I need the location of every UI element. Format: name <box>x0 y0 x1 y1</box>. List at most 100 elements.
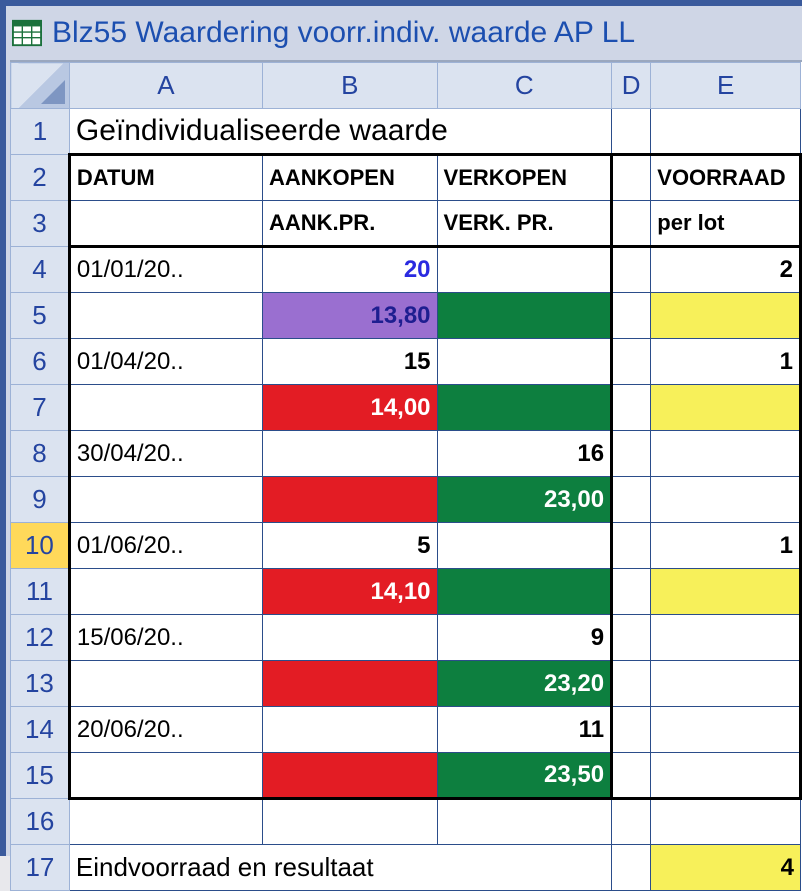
cell-d8[interactable] <box>612 431 651 477</box>
row-header[interactable]: 11 <box>11 569 70 615</box>
cell-d6[interactable] <box>612 339 651 385</box>
cell-c15[interactable]: 23,50 <box>437 753 612 799</box>
cell-d16[interactable] <box>612 799 651 845</box>
cell-b13[interactable] <box>262 661 437 707</box>
cell-d1[interactable] <box>612 109 651 155</box>
cell-d5[interactable] <box>612 293 651 339</box>
row-header[interactable]: 4 <box>11 247 70 293</box>
cell-e5[interactable] <box>651 293 801 339</box>
cell-c10[interactable] <box>437 523 612 569</box>
cell-a7[interactable] <box>69 385 262 431</box>
window-titlebar[interactable]: Blz55 Waardering voorr.indiv. waarde AP … <box>6 6 802 60</box>
col-header-d[interactable]: D <box>612 63 651 109</box>
cell-c9[interactable]: 23,00 <box>437 477 612 523</box>
col-header-a[interactable]: A <box>69 63 262 109</box>
cell-d7[interactable] <box>612 385 651 431</box>
cell-a4[interactable]: 01/01/20.. <box>69 247 262 293</box>
cell-c4[interactable] <box>437 247 612 293</box>
cell-e3[interactable]: per lot <box>651 201 801 247</box>
cell-b6[interactable]: 15 <box>262 339 437 385</box>
cell-a11[interactable] <box>69 569 262 615</box>
cell-e1[interactable] <box>651 109 801 155</box>
cell-a9[interactable] <box>69 477 262 523</box>
col-header-c[interactable]: C <box>437 63 612 109</box>
cell-d3[interactable] <box>612 201 651 247</box>
cell-b5[interactable]: 13,80 <box>262 293 437 339</box>
row-header[interactable]: 2 <box>11 155 70 201</box>
cell-e2[interactable]: VOORRAAD <box>651 155 801 201</box>
cell-a6[interactable]: 01/04/20.. <box>69 339 262 385</box>
cell-a12[interactable]: 15/06/20.. <box>69 615 262 661</box>
cell-e9[interactable] <box>651 477 801 523</box>
cell-a2[interactable]: DATUM <box>69 155 262 201</box>
row-header[interactable]: 10 <box>11 523 70 569</box>
cell-d15[interactable] <box>612 753 651 799</box>
cell-b3[interactable]: AANK.PR. <box>262 201 437 247</box>
row-header[interactable]: 13 <box>11 661 70 707</box>
row-header[interactable]: 8 <box>11 431 70 477</box>
cell-c5[interactable] <box>437 293 612 339</box>
cell-d11[interactable] <box>612 569 651 615</box>
col-header-e[interactable]: E <box>651 63 801 109</box>
cell-b9[interactable] <box>262 477 437 523</box>
cell-c7[interactable] <box>437 385 612 431</box>
cell-d9[interactable] <box>612 477 651 523</box>
cell-e17[interactable]: 4 <box>651 845 801 891</box>
cell-a15[interactable] <box>69 753 262 799</box>
cell-c16[interactable] <box>437 799 612 845</box>
cell-c12[interactable]: 9 <box>437 615 612 661</box>
cell-e4[interactable]: 2 <box>651 247 801 293</box>
spreadsheet-grid[interactable]: A B C D E 1 Geïndividualiseerde waarde 2… <box>10 60 802 891</box>
cell-b11[interactable]: 14,10 <box>262 569 437 615</box>
row-header[interactable]: 6 <box>11 339 70 385</box>
row-header[interactable]: 1 <box>11 109 70 155</box>
row-header[interactable]: 17 <box>11 845 70 891</box>
row-header[interactable]: 15 <box>11 753 70 799</box>
cell-e16[interactable] <box>651 799 801 845</box>
cell-b2[interactable]: AANKOPEN <box>262 155 437 201</box>
cell-a17[interactable]: Eindvoorraad en resultaat <box>69 845 611 891</box>
cell-b15[interactable] <box>262 753 437 799</box>
cell-e6[interactable]: 1 <box>651 339 801 385</box>
cell-a14[interactable]: 20/06/20.. <box>69 707 262 753</box>
cell-e15[interactable] <box>651 753 801 799</box>
cell-e14[interactable] <box>651 707 801 753</box>
cell-a8[interactable]: 30/04/20.. <box>69 431 262 477</box>
cell-a1[interactable]: Geïndividualiseerde waarde <box>69 109 611 155</box>
row-header[interactable]: 3 <box>11 201 70 247</box>
cell-e10[interactable]: 1 <box>651 523 801 569</box>
cell-c6[interactable] <box>437 339 612 385</box>
cell-e7[interactable] <box>651 385 801 431</box>
cell-a5[interactable] <box>69 293 262 339</box>
cell-d14[interactable] <box>612 707 651 753</box>
cell-b10[interactable]: 5 <box>262 523 437 569</box>
cell-a10[interactable]: 01/06/20.. <box>69 523 262 569</box>
cell-c11[interactable] <box>437 569 612 615</box>
row-header[interactable]: 12 <box>11 615 70 661</box>
cell-a16[interactable] <box>69 799 262 845</box>
cell-b12[interactable] <box>262 615 437 661</box>
cell-c8[interactable]: 16 <box>437 431 612 477</box>
row-header[interactable]: 7 <box>11 385 70 431</box>
cell-b4[interactable]: 20 <box>262 247 437 293</box>
cell-b8[interactable] <box>262 431 437 477</box>
cell-d10[interactable] <box>612 523 651 569</box>
row-header[interactable]: 9 <box>11 477 70 523</box>
cell-b7[interactable]: 14,00 <box>262 385 437 431</box>
row-header[interactable]: 14 <box>11 707 70 753</box>
cell-e8[interactable] <box>651 431 801 477</box>
row-header[interactable]: 16 <box>11 799 70 845</box>
cell-c13[interactable]: 23,20 <box>437 661 612 707</box>
cell-e11[interactable] <box>651 569 801 615</box>
cell-d2[interactable] <box>612 155 651 201</box>
cell-a3[interactable] <box>69 201 262 247</box>
cell-b16[interactable] <box>262 799 437 845</box>
cell-c14[interactable]: 11 <box>437 707 612 753</box>
row-header[interactable]: 5 <box>11 293 70 339</box>
cell-d17[interactable] <box>612 845 651 891</box>
cell-d13[interactable] <box>612 661 651 707</box>
cell-c2[interactable]: VERKOPEN <box>437 155 612 201</box>
col-header-b[interactable]: B <box>262 63 437 109</box>
cell-e13[interactable] <box>651 661 801 707</box>
cell-a13[interactable] <box>69 661 262 707</box>
